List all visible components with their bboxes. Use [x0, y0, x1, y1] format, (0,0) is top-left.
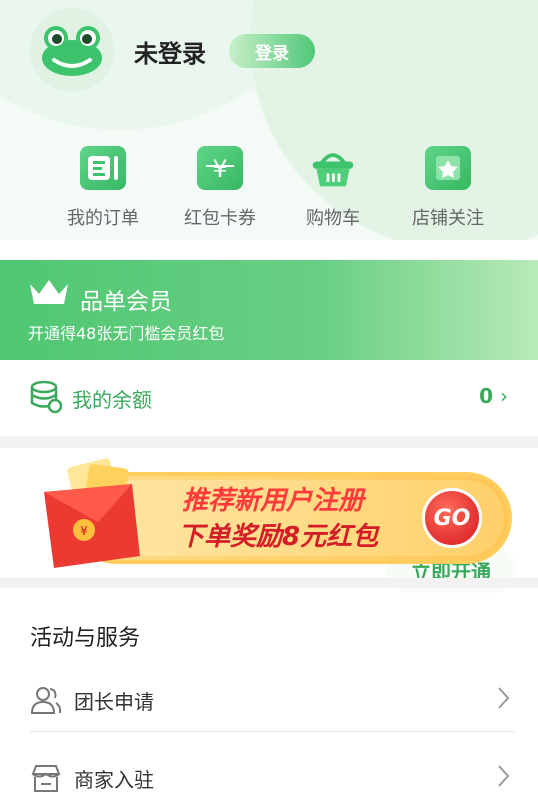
login-button[interactable]: 登录: [229, 34, 315, 68]
promo-line-1: 推荐新用户注册: [182, 486, 365, 516]
quick-orders-label: 我的订单: [67, 208, 139, 229]
divider: [30, 731, 515, 732]
service-item-merchant-join[interactable]: 商家入驻: [30, 748, 518, 795]
quick-cart-label: 购物车: [306, 208, 360, 229]
frog-avatar-icon: [42, 26, 102, 76]
section-gap: [0, 578, 538, 588]
quick-cart[interactable]: 购物车: [283, 146, 383, 230]
avatar[interactable]: [30, 8, 114, 92]
member-title: 品单会员: [80, 289, 172, 315]
service-item-label: 团长申请: [74, 690, 154, 714]
star-shop-icon: [425, 146, 471, 190]
balance-label: 我的余额: [72, 388, 152, 412]
member-subtitle: 开通得48张无门槛会员红包: [28, 324, 225, 343]
quick-shop-follow-label: 店铺关注: [412, 208, 484, 229]
red-envelope-icon: ¥: [44, 458, 140, 568]
chevron-right-icon: [498, 765, 510, 787]
user-name: 未登录: [134, 40, 206, 68]
balance-value: 0 ›: [479, 384, 508, 408]
svg-text:¥: ¥: [212, 155, 227, 183]
chevron-right-icon: ›: [500, 384, 508, 408]
balance-row[interactable]: 我的余额 0 ›: [0, 360, 538, 436]
basket-icon: [310, 146, 356, 190]
referral-promo-banner[interactable]: ¥ 推荐新用户注册 下单奖励8元红包 GO: [30, 450, 518, 578]
section-gap: [0, 436, 538, 448]
quick-orders[interactable]: 我的订单: [53, 146, 153, 230]
store-icon: [31, 765, 61, 792]
balance-amount: 0: [479, 384, 494, 408]
member-banner[interactable]: 品单会员 开通得48张无门槛会员红包 立即开通: [0, 260, 538, 593]
service-item-group-leader[interactable]: 团长申请: [30, 670, 518, 730]
go-button[interactable]: GO: [422, 488, 482, 548]
chevron-right-icon: [498, 687, 510, 709]
coins-icon: [30, 380, 62, 414]
service-item-label: 商家入驻: [74, 768, 154, 792]
crown-icon: [30, 280, 68, 304]
user-group-icon: [30, 687, 62, 714]
quick-coupons[interactable]: ¥ 红包卡券: [170, 146, 270, 230]
orders-icon: [80, 146, 126, 190]
quick-coupons-label: 红包卡券: [184, 208, 256, 229]
promo-line-2: 下单奖励8元红包: [178, 522, 379, 552]
profile-header: 未登录 登录 我的订单 ¥ 红包卡券 购物车 店铺关注: [0, 0, 538, 240]
svg-text:¥: ¥: [80, 524, 88, 538]
quick-shop-follow[interactable]: 店铺关注: [398, 146, 498, 230]
services-title: 活动与服务: [30, 626, 141, 651]
coupon-icon: ¥: [197, 146, 243, 190]
